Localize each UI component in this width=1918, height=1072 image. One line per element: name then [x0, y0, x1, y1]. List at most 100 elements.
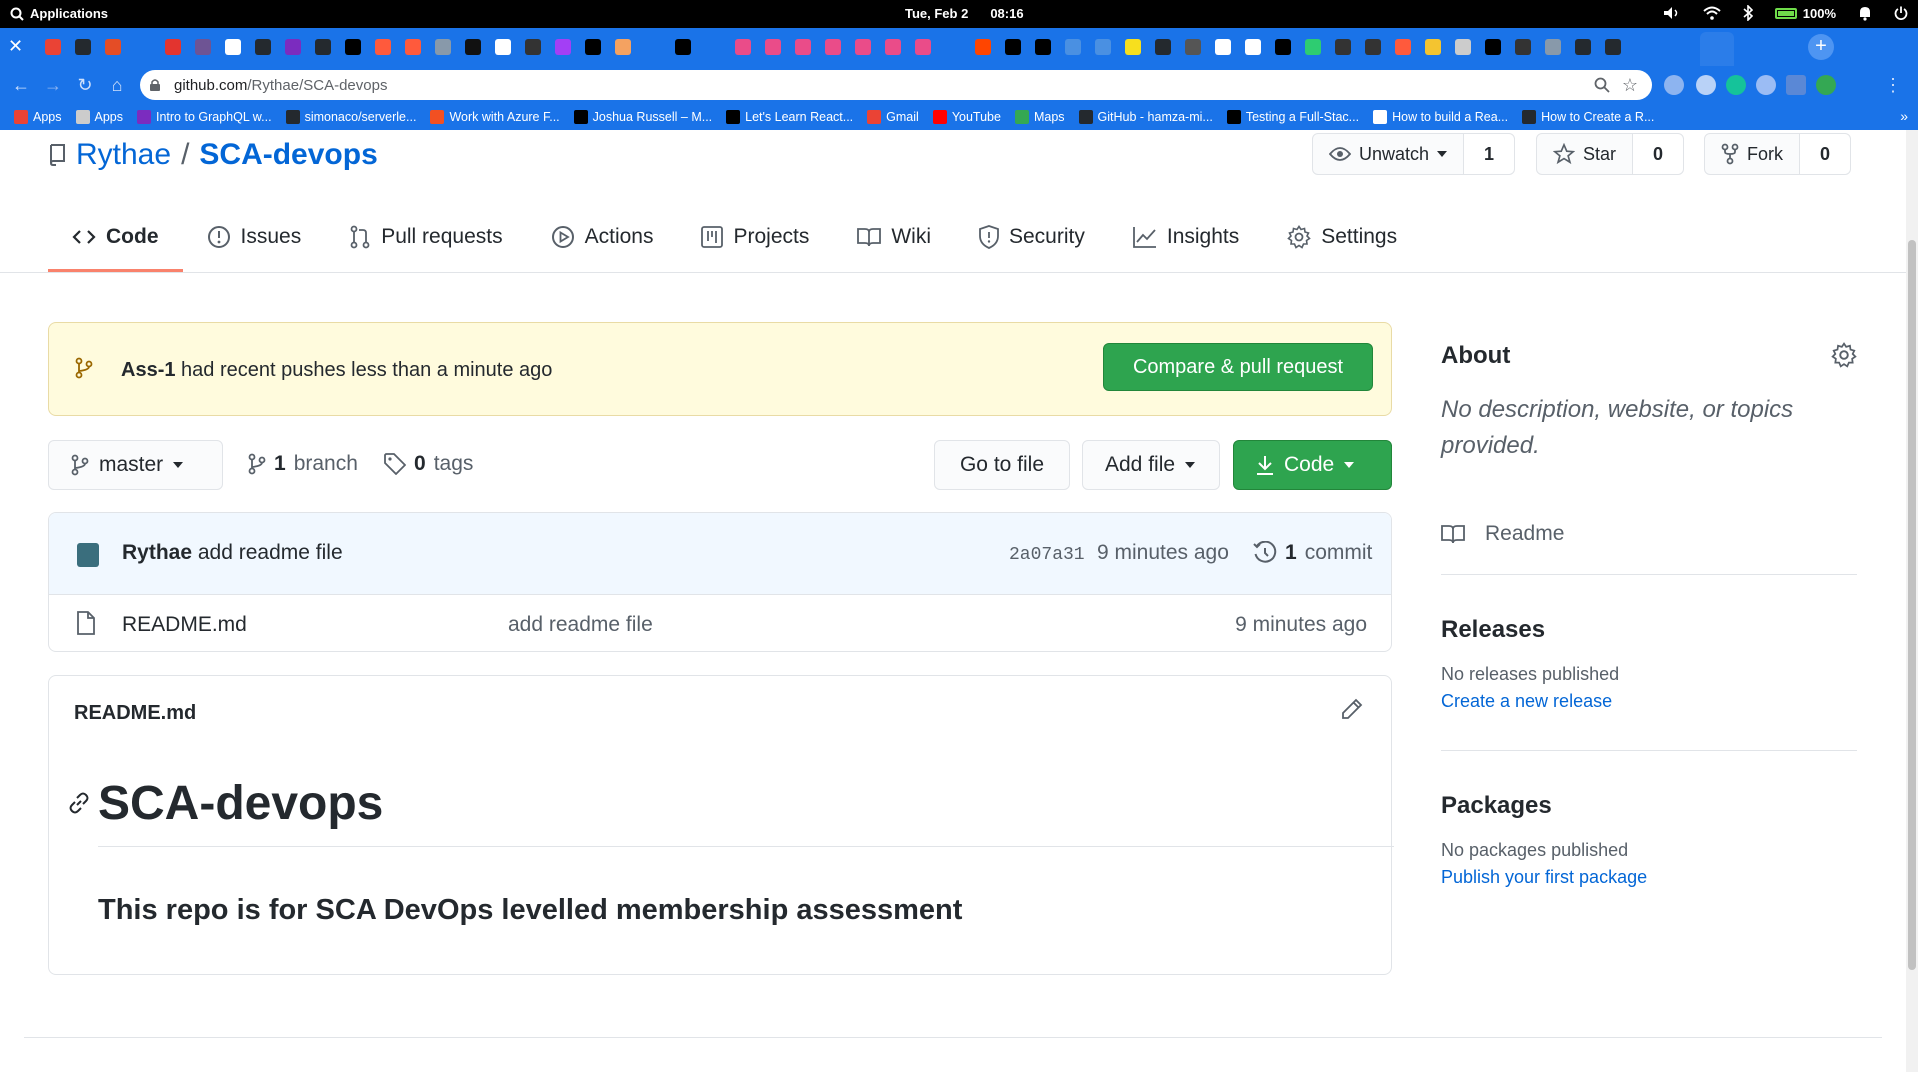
back-arrow-icon[interactable]: ←	[10, 74, 32, 96]
bookmark-item[interactable]: Intro to GraphQL w...	[137, 110, 272, 124]
browser-tab[interactable]	[220, 34, 246, 60]
browser-tab[interactable]	[1450, 34, 1476, 60]
browser-tab[interactable]	[1030, 34, 1056, 60]
browser-tab[interactable]	[640, 34, 666, 60]
add-file-button[interactable]: Add file	[1082, 440, 1220, 490]
browser-tab[interactable]	[1060, 34, 1086, 60]
bookmark-item[interactable]: How to Create a R...	[1522, 110, 1654, 124]
active-tab[interactable]	[1700, 32, 1734, 66]
browser-tab[interactable]	[1600, 34, 1626, 60]
browser-tab[interactable]	[310, 34, 336, 60]
tab-security[interactable]: Security	[955, 212, 1109, 262]
browser-tab[interactable]	[400, 34, 426, 60]
bookmark-item[interactable]: Testing a Full-Stac...	[1226, 110, 1359, 124]
browser-tab[interactable]	[1120, 34, 1146, 60]
wifi-icon[interactable]	[1703, 6, 1721, 20]
pencil-icon[interactable]	[1341, 698, 1363, 720]
profile-avatar[interactable]	[1816, 75, 1836, 95]
close-window-icon[interactable]: ✕	[8, 36, 23, 57]
browser-tab[interactable]	[520, 34, 546, 60]
volume-icon[interactable]	[1663, 6, 1681, 20]
readme-title[interactable]: README.md	[74, 702, 196, 725]
link-anchor-icon[interactable]	[67, 791, 91, 815]
browser-tab[interactable]	[1090, 34, 1116, 60]
tab-issues[interactable]: Issues	[183, 212, 326, 262]
releases-heading[interactable]: Releases	[1441, 616, 1545, 644]
commit-message[interactable]: add readme file	[198, 541, 343, 564]
browser-tab[interactable]	[1570, 34, 1596, 60]
browser-tab[interactable]	[490, 34, 516, 60]
browser-tab[interactable]	[100, 34, 126, 60]
repo-name-link[interactable]: SCA-devops	[199, 138, 377, 172]
browser-tab[interactable]	[820, 34, 846, 60]
bookmark-item[interactable]: GitHub - hamza-mi...	[1078, 110, 1213, 124]
browser-tab[interactable]	[70, 34, 96, 60]
zoom-icon[interactable]	[1594, 77, 1610, 93]
browser-tab[interactable]	[1240, 34, 1266, 60]
bookmark-star-icon[interactable]: ☆	[1622, 75, 1638, 96]
browser-tab[interactable]	[910, 34, 936, 60]
browser-tab[interactable]	[730, 34, 756, 60]
commit-sha[interactable]: 2a07a31	[1009, 545, 1085, 565]
code-download-button[interactable]: Code	[1233, 440, 1392, 490]
commit-history-link[interactable]: 1 commit	[1253, 541, 1372, 565]
create-release-link[interactable]: Create a new release	[1441, 691, 1612, 712]
browser-tab[interactable]	[1000, 34, 1026, 60]
file-name-link[interactable]: README.md	[122, 613, 247, 637]
browser-tab[interactable]	[1300, 34, 1326, 60]
bookmark-item[interactable]: Apps	[14, 110, 62, 124]
os-date[interactable]: Tue, Feb 2	[905, 6, 968, 21]
browser-tab[interactable]	[1390, 34, 1416, 60]
branch-count-link[interactable]: 1 branch	[248, 452, 358, 476]
browser-tab[interactable]	[1360, 34, 1386, 60]
browser-tab[interactable]	[940, 34, 966, 60]
file-commit-message[interactable]: add readme file	[508, 613, 653, 637]
address-bar[interactable]: github.com/Rythae/SCA-devops ☆	[140, 70, 1652, 100]
star-count[interactable]: 0	[1633, 134, 1684, 174]
browser-tab[interactable]	[340, 34, 366, 60]
browser-tab[interactable]	[1180, 34, 1206, 60]
browser-tab[interactable]	[160, 34, 186, 60]
bookmark-item[interactable]: simonaco/serverle...	[285, 110, 416, 124]
gear-icon[interactable]	[1831, 342, 1857, 368]
bluetooth-icon[interactable]	[1743, 5, 1753, 21]
browser-tab[interactable]	[610, 34, 636, 60]
browser-tab[interactable]	[760, 34, 786, 60]
bookmark-item[interactable]: How to build a Rea...	[1373, 110, 1508, 124]
browser-tab[interactable]	[1540, 34, 1566, 60]
browser-tab[interactable]	[790, 34, 816, 60]
browser-tab[interactable]	[1150, 34, 1176, 60]
url-text[interactable]: github.com/Rythae/SCA-devops	[174, 77, 387, 94]
commit-author[interactable]: Rythae	[122, 541, 192, 564]
browser-tab[interactable]	[1270, 34, 1296, 60]
applications-menu[interactable]: Applications	[30, 6, 108, 21]
branch-select-button[interactable]: master	[48, 440, 223, 490]
browser-tab[interactable]	[460, 34, 486, 60]
tab-pull-requests[interactable]: Pull requests	[325, 212, 526, 262]
browser-tab[interactable]	[550, 34, 576, 60]
browser-tab[interactable]	[40, 34, 66, 60]
browser-tab[interactable]	[700, 34, 726, 60]
bookmark-item[interactable]: Joshua Russell – M...	[573, 110, 712, 124]
bookmark-item[interactable]: Gmail	[867, 110, 919, 124]
tab-code[interactable]: Code	[48, 212, 183, 272]
publish-package-link[interactable]: Publish your first package	[1441, 867, 1647, 888]
avatar[interactable]	[77, 543, 99, 567]
browser-tab[interactable]	[430, 34, 456, 60]
grammarly-icon[interactable]	[1726, 75, 1746, 95]
pushed-branch-name[interactable]: Ass-1	[121, 359, 175, 381]
browser-tab[interactable]	[970, 34, 996, 60]
bookmark-item[interactable]: Maps	[1014, 110, 1065, 124]
chrome-menu-icon[interactable]: ⋮	[1882, 74, 1904, 96]
browser-tab[interactable]	[1510, 34, 1536, 60]
browser-tab[interactable]	[1480, 34, 1506, 60]
browser-tab[interactable]	[670, 34, 696, 60]
bookmark-item[interactable]: Apps	[75, 110, 123, 124]
browser-tab[interactable]	[280, 34, 306, 60]
vue-devtools-icon[interactable]	[1664, 75, 1684, 95]
home-icon[interactable]: ⌂	[106, 74, 128, 96]
browser-tab[interactable]	[1330, 34, 1356, 60]
tag-count-link[interactable]: 0 tags	[384, 452, 473, 476]
watch-count[interactable]: 1	[1464, 134, 1515, 174]
tab-settings[interactable]: Settings	[1263, 212, 1421, 262]
